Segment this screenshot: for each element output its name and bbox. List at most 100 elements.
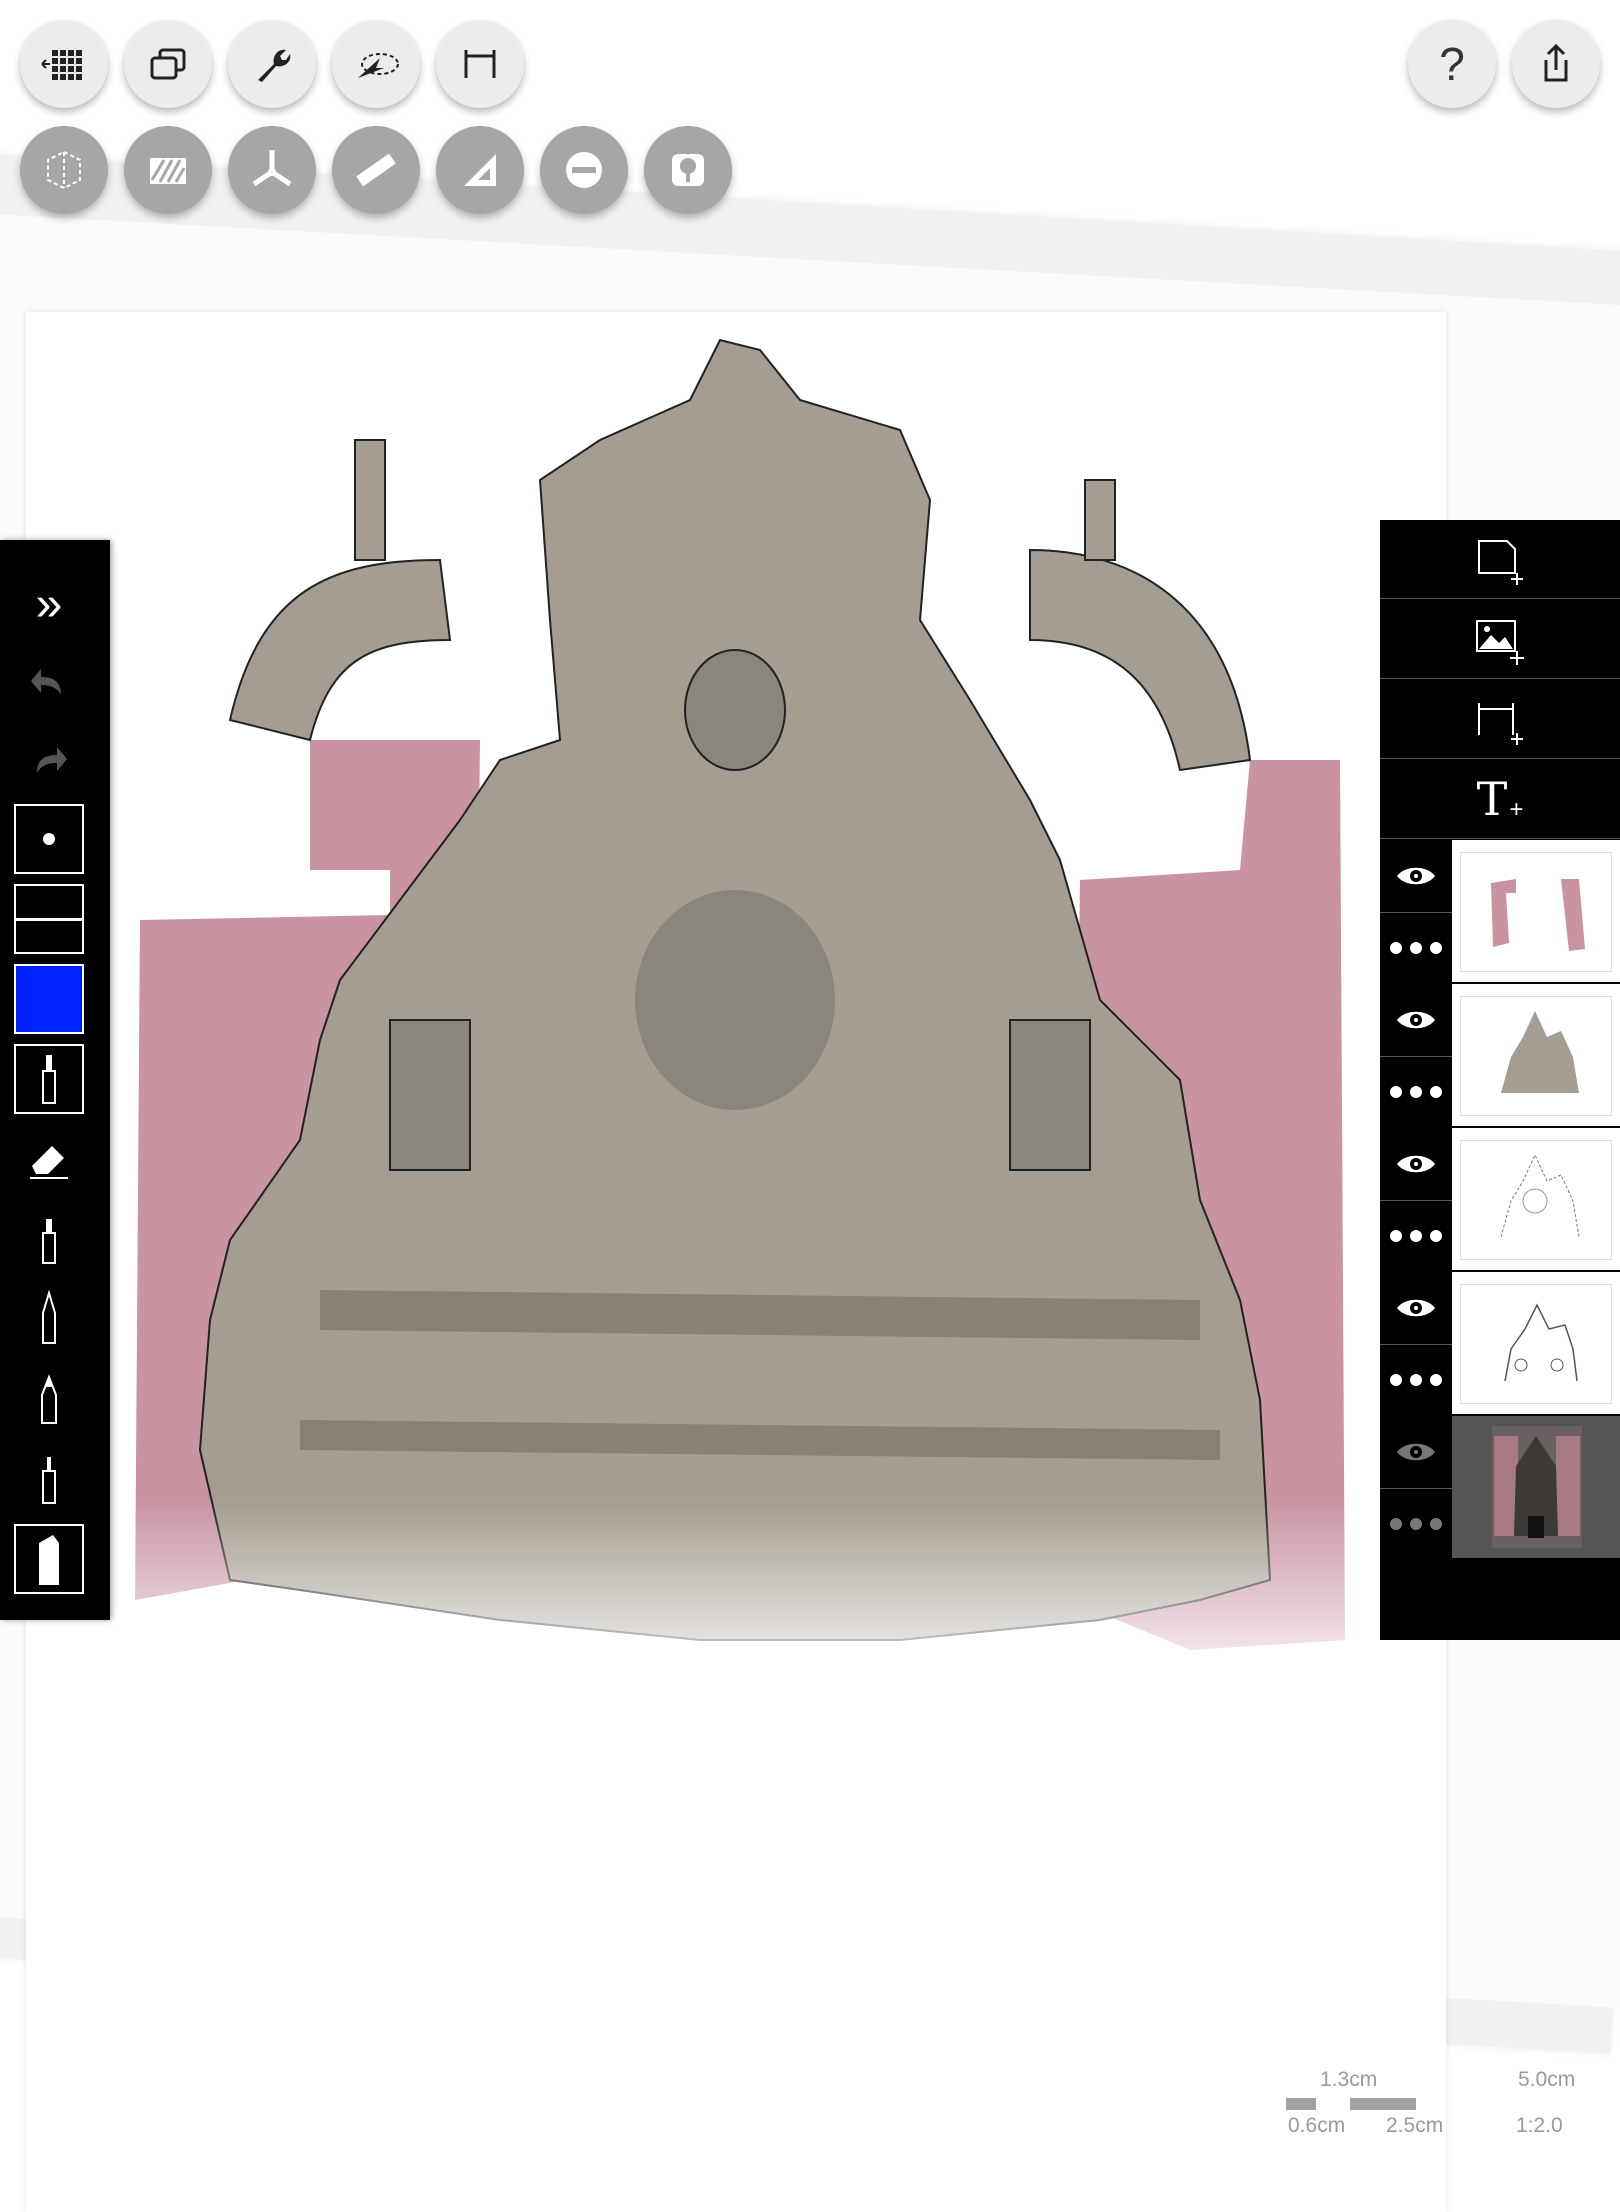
scale-ratio: 1:2.0	[1516, 2114, 1563, 2137]
layer-visibility-toggle[interactable]	[1380, 840, 1452, 913]
fine-pen-tool[interactable]	[14, 1444, 84, 1514]
more-dots-icon	[1390, 1517, 1442, 1530]
lasso-select-icon	[358, 53, 399, 78]
ellipse-guide-icon	[566, 152, 602, 188]
add-image-button[interactable]	[1380, 600, 1620, 679]
help-label: ?	[1439, 38, 1465, 90]
dimension-icon	[464, 50, 496, 78]
right-arch	[1029, 548, 1252, 772]
scale-bottom-left: 0.6cm	[1288, 2114, 1346, 2137]
scale-bottom-mid: 2.5cm	[1386, 2114, 1444, 2137]
color-swatch-button[interactable]	[14, 964, 84, 1034]
layer-thumbnail[interactable]	[1452, 1272, 1620, 1414]
layer-photo-reference[interactable]	[1380, 1416, 1620, 1559]
layer-options-button[interactable]	[1380, 1488, 1452, 1559]
redo-button[interactable]	[14, 726, 84, 796]
layer-visibility-toggle[interactable]	[1380, 1416, 1452, 1489]
dimension-button[interactable]	[436, 20, 524, 108]
photo-reference-thumbnail	[1492, 1426, 1582, 1548]
undo-button[interactable]	[14, 648, 84, 718]
stone-fill-thumbnail	[1501, 1011, 1579, 1093]
marker-icon	[41, 1374, 57, 1424]
pencil-tool[interactable]	[14, 1284, 84, 1354]
set-square-icon	[464, 154, 496, 186]
layer-thumbnail[interactable]	[1452, 984, 1620, 1126]
chisel-marker-tool[interactable]	[14, 1524, 84, 1594]
layers-copy-icon	[150, 48, 186, 80]
fineliner-tool[interactable]	[14, 1044, 84, 1114]
pen-tool[interactable]	[14, 1204, 84, 1274]
layer-visibility-toggle[interactable]	[1380, 1272, 1452, 1345]
ruler-icon	[356, 153, 396, 187]
collapse-label: »	[35, 578, 63, 631]
line-drawing-thumbnail	[1500, 1153, 1580, 1238]
layer-line-drawing[interactable]	[1380, 1128, 1620, 1271]
settings-button[interactable]	[228, 20, 316, 108]
perspective-cube-icon	[47, 150, 81, 190]
layer-visibility-toggle[interactable]	[1380, 1128, 1452, 1201]
set-square-button[interactable]	[436, 126, 524, 214]
ruler-button[interactable]	[332, 126, 420, 214]
eye-icon	[1397, 1155, 1435, 1173]
add-image-icon	[1476, 620, 1524, 665]
left-arch	[228, 558, 452, 742]
line-opacity-button[interactable]	[14, 884, 84, 954]
layer-options-button[interactable]	[1380, 1200, 1452, 1271]
help-button[interactable]: ?	[1408, 20, 1496, 108]
new-layer-icon	[1478, 540, 1523, 585]
fade-overlay	[120, 1500, 1370, 1700]
add-text-icon: T	[1476, 772, 1508, 826]
layer-thumbnail[interactable]	[1452, 1416, 1620, 1558]
layer-options-button[interactable]	[1380, 1344, 1452, 1415]
right-window	[1009, 1019, 1091, 1171]
left-finial	[354, 439, 386, 561]
grid-menu-button[interactable]	[20, 20, 108, 108]
pencil-icon	[42, 1289, 56, 1344]
pink-fill-thumbnail	[1491, 879, 1585, 951]
eye-icon	[1397, 1299, 1435, 1317]
layer-options-button[interactable]	[1380, 1056, 1452, 1127]
eraser-tool[interactable]	[14, 1124, 84, 1194]
hatch-fill-button[interactable]	[124, 126, 212, 214]
more-dots-icon	[1390, 941, 1442, 954]
chisel-marker-icon	[39, 1535, 59, 1585]
scale-bar-short	[1286, 2098, 1316, 2110]
layers-copy-button[interactable]	[124, 20, 212, 108]
more-dots-icon	[1390, 1373, 1442, 1386]
add-text-plus: +	[1509, 796, 1524, 823]
top-window	[684, 649, 786, 771]
add-dimension-button[interactable]	[1380, 680, 1620, 759]
layer-pink-fill[interactable]	[1380, 840, 1620, 983]
fineliner-icon	[42, 1055, 56, 1104]
lasso-select-button[interactable]	[332, 20, 420, 108]
tree-stamp-icon	[672, 154, 704, 186]
tool-palette: »	[0, 540, 110, 1620]
new-layer-button[interactable]	[1380, 520, 1620, 599]
layer-sketch[interactable]	[1380, 1272, 1620, 1415]
layer-stone-fill[interactable]	[1380, 984, 1620, 1127]
layer-thumbnail[interactable]	[1452, 840, 1620, 982]
layer-options-button[interactable]	[1380, 912, 1452, 983]
share-button[interactable]	[1512, 20, 1600, 108]
scale-bar-long	[1350, 2098, 1416, 2110]
tree-stamp-button[interactable]	[644, 126, 732, 214]
hatch-fill-icon	[150, 158, 186, 184]
layers-panel: T +	[1380, 520, 1620, 1640]
layer-visibility-toggle[interactable]	[1380, 984, 1452, 1057]
add-dimension-icon	[1478, 703, 1523, 745]
niche-shadow	[635, 890, 835, 1110]
ellipse-guide-button[interactable]	[540, 126, 628, 214]
more-dots-icon	[1390, 1085, 1442, 1098]
right-finial	[1084, 479, 1116, 561]
axis-guide-icon	[252, 150, 292, 187]
sketch-thumbnail	[1504, 1303, 1578, 1382]
add-text-button[interactable]: T +	[1380, 760, 1620, 839]
brush-size-button[interactable]	[14, 804, 84, 874]
facade-drawing	[120, 338, 1370, 1700]
perspective-button[interactable]	[20, 126, 108, 214]
brush-size-dot	[43, 833, 55, 845]
layer-thumbnail[interactable]	[1452, 1128, 1620, 1270]
axis-guide-button[interactable]	[228, 126, 316, 214]
marker-tool[interactable]	[14, 1364, 84, 1434]
collapse-palette-button[interactable]: »	[14, 570, 84, 640]
